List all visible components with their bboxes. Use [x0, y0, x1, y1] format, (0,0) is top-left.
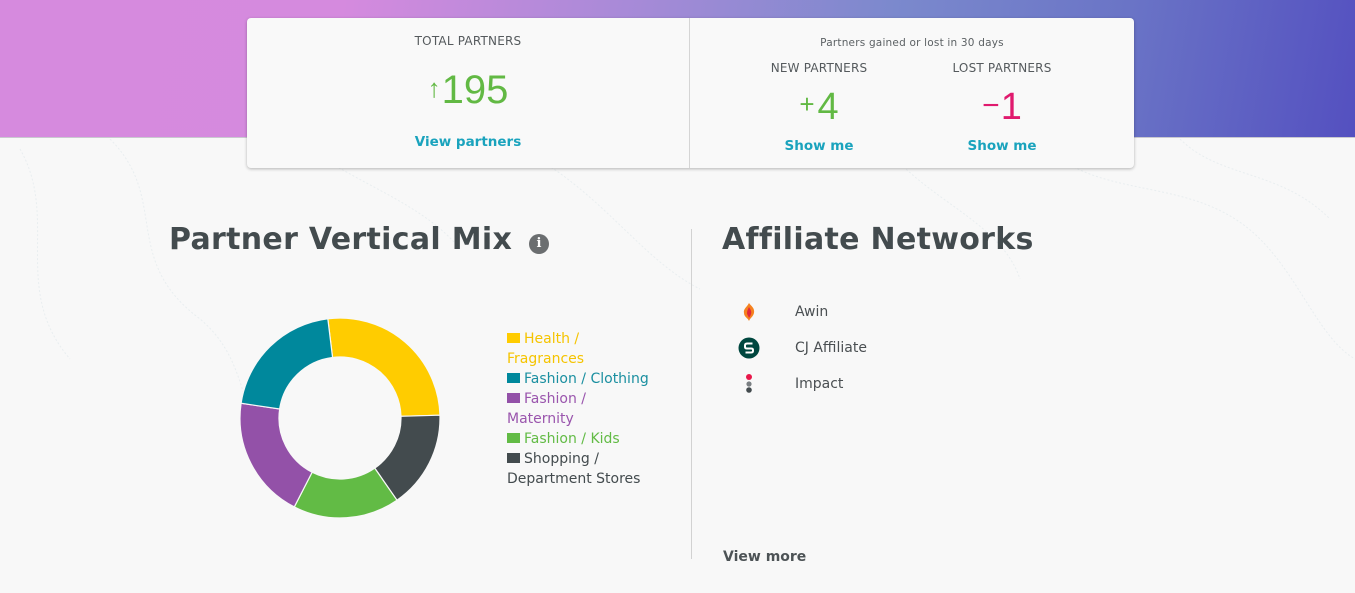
show-lost-partners-link[interactable]: Show me — [902, 138, 1102, 154]
total-partners-count: 195 — [441, 68, 509, 112]
lost-partners-label: LOST PARTNERS — [952, 61, 1052, 75]
legend-item[interactable]: Fashion / Clothing — [507, 369, 657, 389]
impact-logo-icon — [736, 373, 762, 395]
arrow-up-icon: ↑ — [427, 73, 441, 103]
affiliate-networks-title: Affiliate Networks — [722, 222, 1034, 257]
legend-swatch — [507, 393, 520, 403]
network-item-impact[interactable]: Impact — [736, 373, 843, 395]
new-partners-count: 4 — [817, 86, 839, 128]
info-icon[interactable]: i — [529, 234, 549, 254]
network-name: Impact — [795, 376, 844, 392]
legend-item[interactable]: Fashion / Kids — [507, 429, 657, 449]
partner-vertical-mix-title: Partner Vertical Mix — [169, 222, 513, 257]
donut-slice-fashion-maternity[interactable] — [239, 402, 313, 508]
minus-sign: − — [982, 89, 1000, 122]
legend-item[interactable]: Health / Fragrances — [507, 329, 657, 369]
network-name: CJ Affiliate — [795, 340, 867, 356]
new-partners-column: NEW PARTNERS +4 Show me — [719, 18, 919, 168]
legend-swatch — [507, 373, 520, 383]
show-new-partners-link[interactable]: Show me — [719, 138, 919, 154]
plus-sign: + — [799, 89, 815, 119]
total-partners-label: TOTAL PARTNERS — [414, 34, 522, 48]
legend-label: Fashion / Kids — [524, 431, 620, 447]
network-item-cj-affiliate[interactable]: CJ Affiliate — [736, 337, 867, 359]
lost-partners-value: −1 — [902, 86, 1102, 129]
legend-item[interactable]: Fashion / Maternity — [507, 389, 657, 429]
network-name: Awin — [795, 304, 829, 320]
lost-partners-count: 1 — [1000, 86, 1022, 128]
view-partners-link[interactable]: View partners — [247, 134, 689, 150]
partner-summary-card: TOTAL PARTNERS ↑195 View partners Partne… — [247, 18, 1134, 168]
donut-slice-fashion-clothing[interactable] — [240, 318, 334, 410]
new-partners-label: NEW PARTNERS — [770, 61, 868, 75]
lost-partners-column: LOST PARTNERS −1 Show me — [902, 18, 1102, 168]
network-item-awin[interactable]: Awin — [736, 301, 828, 323]
legend-item[interactable]: Shopping / Department Stores — [507, 449, 657, 489]
total-partners-panel: TOTAL PARTNERS ↑195 View partners — [247, 18, 690, 168]
section-divider — [691, 229, 692, 559]
vertical-mix-legend: Health / Fragrances Fashion / Clothing Fas… — [507, 329, 657, 489]
legend-swatch — [507, 333, 520, 343]
donut-slice-health-fragrances[interactable] — [327, 317, 441, 417]
vertical-mix-donut-chart — [239, 317, 441, 519]
legend-swatch — [507, 453, 520, 463]
cj-affiliate-logo-icon — [736, 337, 762, 359]
view-more-networks-link[interactable]: View more — [723, 549, 806, 565]
total-partners-value: ↑195 — [247, 68, 689, 113]
background-topography-pattern — [19, 139, 1355, 470]
legend-label: Fashion / Clothing — [524, 371, 649, 387]
legend-label: Shopping / Department Stores — [507, 451, 641, 487]
legend-swatch — [507, 433, 520, 443]
new-partners-value: +4 — [719, 86, 919, 129]
awin-logo-icon — [736, 301, 762, 323]
partner-change-panel: Partners gained or lost in 30 days NEW P… — [690, 18, 1134, 168]
